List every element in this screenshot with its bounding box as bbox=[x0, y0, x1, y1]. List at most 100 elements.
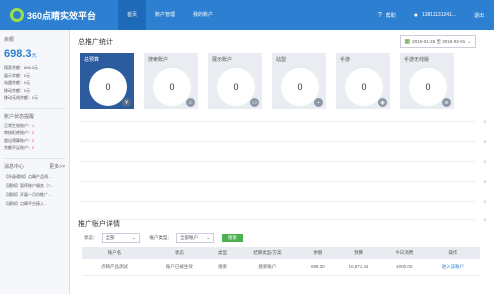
stat-card-mobile-wireless[interactable]: 手游无线版 0 ≋ bbox=[400, 53, 454, 109]
stat-card-total[interactable]: 总预算 0 ¥ bbox=[80, 53, 134, 109]
date-range-picker[interactable]: ▦ 2015-01-26 至 2015-02-01 ⌄ bbox=[399, 35, 476, 48]
status-line[interactable]: 正常生效账户：1 bbox=[4, 122, 65, 130]
col-status[interactable]: 状态 bbox=[146, 247, 212, 259]
stat-cards: 总预算 0 ¥ 搜索账户 0 ⌕ 展示账户 0 ▭ 站盟 0 ▪ 手游 0 ◉ 手游无线版… bbox=[70, 53, 494, 109]
table-row: 点睛产品测试 账户已被生效 搜索 搜索账户 698.30 10,871.44 4… bbox=[82, 259, 480, 276]
col-settlement[interactable]: 结算类型/方案 bbox=[233, 247, 302, 259]
user-icon: ● bbox=[413, 11, 418, 19]
table-header-row: 账户名 状态 类型 结算类型/方案 余额 预算 今日消费 操作 bbox=[82, 247, 480, 259]
balance-line-display: 展示余额：0元 bbox=[4, 72, 31, 78]
chevron-down-icon: ⌄ bbox=[467, 38, 471, 44]
balance-label: 余额 bbox=[4, 37, 15, 43]
axis-label: 0 bbox=[483, 159, 486, 164]
status-line[interactable]: 审核拒绝账户：0 bbox=[4, 129, 65, 137]
stat-card-mobile-game[interactable]: 手游 0 ◉ bbox=[336, 53, 390, 109]
cell-account-name: 点睛产品测试 bbox=[82, 259, 147, 276]
stat-card-value: 0 bbox=[233, 82, 239, 92]
trend-graph: 0 0 0 0 0 0 bbox=[80, 113, 486, 223]
enter-account-link[interactable]: 进入该账户 bbox=[425, 259, 480, 276]
nav-home[interactable]: 首页 bbox=[118, 0, 147, 30]
help-icon[interactable]: ? bbox=[378, 12, 382, 19]
cell-budget: 10,871.44 bbox=[334, 259, 383, 276]
display-icon: ▭ bbox=[250, 98, 259, 107]
top-right-tools: ? 帮助 ● 13811131241... 退出 bbox=[378, 12, 494, 19]
user-name[interactable]: 13811131241... bbox=[422, 12, 456, 18]
account-status-section: 账户状态提醒 正常生效账户：1 审核拒绝账户：0 超出预算账户：0 余额不足账户… bbox=[4, 107, 65, 152]
stat-card-title: 手游无线版 bbox=[404, 57, 430, 63]
filter-bar: 状态： 全部 ⌄ 账户类型： 全部账户 ⌄ 搜索 bbox=[70, 229, 494, 247]
axis-label: 0 bbox=[483, 139, 486, 144]
message-item[interactable]: 【通知】暂停账户服务（7... bbox=[4, 181, 65, 190]
stat-card-value: 0 bbox=[169, 82, 175, 92]
app-logo[interactable]: 360点睛实效平台 bbox=[10, 8, 110, 22]
balance-line-mobile-wireless: 移动无线余额：0元 bbox=[4, 95, 39, 100]
col-type[interactable]: 类型 bbox=[211, 247, 234, 259]
stat-card-circle: 0 ◉ bbox=[345, 68, 387, 107]
message-item[interactable]: 【通知】开展一月份推广... bbox=[4, 190, 65, 199]
stat-card-display[interactable]: 展示账户 0 ▭ bbox=[208, 53, 262, 109]
logo-icon bbox=[10, 8, 24, 22]
logo-text: 360点睛实效平台 bbox=[27, 10, 97, 21]
stat-card-circle: 0 ≋ bbox=[409, 68, 451, 107]
stat-card-circle: 0 ▭ bbox=[217, 68, 259, 107]
axis-label: 0 bbox=[483, 179, 486, 184]
cell-status: 账户已被生效 bbox=[146, 259, 212, 276]
stat-card-title: 站盟 bbox=[276, 57, 287, 63]
stat-card-title: 手游 bbox=[340, 57, 351, 63]
wireless-icon: ≋ bbox=[442, 98, 451, 107]
col-budget[interactable]: 预算 bbox=[334, 247, 383, 259]
stat-card-title: 展示账户 bbox=[212, 57, 233, 63]
stat-card-circle: 0 ¥ bbox=[89, 68, 131, 107]
chevron-down-icon: ⌄ bbox=[131, 235, 136, 240]
logout-link[interactable]: 退出 bbox=[474, 12, 484, 19]
status-filter-select[interactable]: 全部 ⌄ bbox=[101, 233, 140, 243]
stat-card-value: 0 bbox=[425, 82, 431, 92]
message-center-section: 消息中心 更多>> 【升级通知】点睛产品线... 【通知】暂停账户服务（7...… bbox=[4, 157, 65, 208]
col-balance[interactable]: 余额 bbox=[301, 247, 335, 259]
sidebar: 余额 698.3元 搜索余额：698.3元 展示余额：0元 站盟余额：0元 移动… bbox=[0, 30, 70, 294]
stat-card-search[interactable]: 搜索账户 0 ⌕ bbox=[144, 53, 198, 109]
type-filter-label: 账户类型： bbox=[149, 235, 173, 240]
nav-account-management[interactable]: 账户管理 bbox=[146, 0, 184, 30]
help-link[interactable]: 帮助 bbox=[386, 12, 396, 19]
stat-card-circle: 0 ⌕ bbox=[153, 68, 195, 107]
type-filter-select[interactable]: 全部账户 ⌄ bbox=[176, 233, 214, 243]
network-icon: ▪ bbox=[314, 98, 323, 107]
balance-line-mobile: 移动余额：0元 bbox=[4, 87, 31, 93]
overview-title: 总推广统计 bbox=[78, 38, 113, 46]
message-item[interactable]: 【通知】点睛平台接入... bbox=[4, 199, 65, 208]
balance-line-search: 搜索余额：698.3元 bbox=[4, 65, 39, 70]
col-today-spend[interactable]: 今日消费 bbox=[382, 247, 426, 259]
col-action: 操作 bbox=[425, 247, 480, 259]
axis-label: 0 bbox=[483, 119, 486, 124]
stat-card-value: 0 bbox=[105, 82, 111, 92]
cell-balance: 698.30 bbox=[301, 259, 335, 276]
nav-my-account[interactable]: 我的账户 bbox=[184, 0, 222, 30]
account-detail-section: 推广账户详情 状态： 全部 ⌄ 账户类型： 全部账户 ⌄ 搜索 账户名 状态 类型 … bbox=[70, 219, 494, 276]
message-item[interactable]: 【升级通知】点睛产品线... bbox=[4, 172, 65, 181]
calendar-icon: ▦ bbox=[404, 39, 411, 45]
status-line[interactable]: 超出预算账户：0 bbox=[4, 137, 65, 145]
balance-amount: 698.3元 bbox=[4, 48, 37, 60]
main-nav: 首页 账户管理 我的账户 bbox=[118, 0, 222, 30]
axis-label: 0 bbox=[483, 199, 486, 204]
balance-line-union: 站盟余额：0元 bbox=[4, 80, 31, 85]
stat-card-union[interactable]: 站盟 0 ▪ bbox=[272, 53, 326, 109]
stat-card-value: 0 bbox=[297, 82, 303, 92]
col-account-name[interactable]: 账户名 bbox=[82, 247, 147, 259]
date-range-value: 2015-01-26 至 2015-02-01 bbox=[412, 38, 466, 44]
cell-today-spend: 4000.00 bbox=[382, 259, 426, 276]
chevron-down-icon: ⌄ bbox=[206, 235, 210, 240]
wallet-icon: ¥ bbox=[122, 98, 131, 107]
account-table: 账户名 状态 类型 结算类型/方案 余额 预算 今日消费 操作 点睛产品测试 账… bbox=[82, 247, 480, 276]
cell-type: 搜索 bbox=[211, 259, 234, 276]
stat-card-value: 0 bbox=[361, 82, 367, 92]
message-more-link[interactable]: 更多>> bbox=[49, 163, 65, 170]
search-button[interactable]: 搜索 bbox=[222, 234, 243, 242]
status-line[interactable]: 余额不足账户：0 bbox=[4, 144, 65, 152]
detail-title: 推广账户详情 bbox=[78, 221, 120, 228]
account-status-title: 账户状态提醒 bbox=[4, 113, 35, 120]
stat-card-title: 搜索账户 bbox=[148, 57, 169, 63]
stat-card-title: 总预算 bbox=[84, 57, 100, 63]
gamepad-icon: ◉ bbox=[378, 98, 387, 107]
